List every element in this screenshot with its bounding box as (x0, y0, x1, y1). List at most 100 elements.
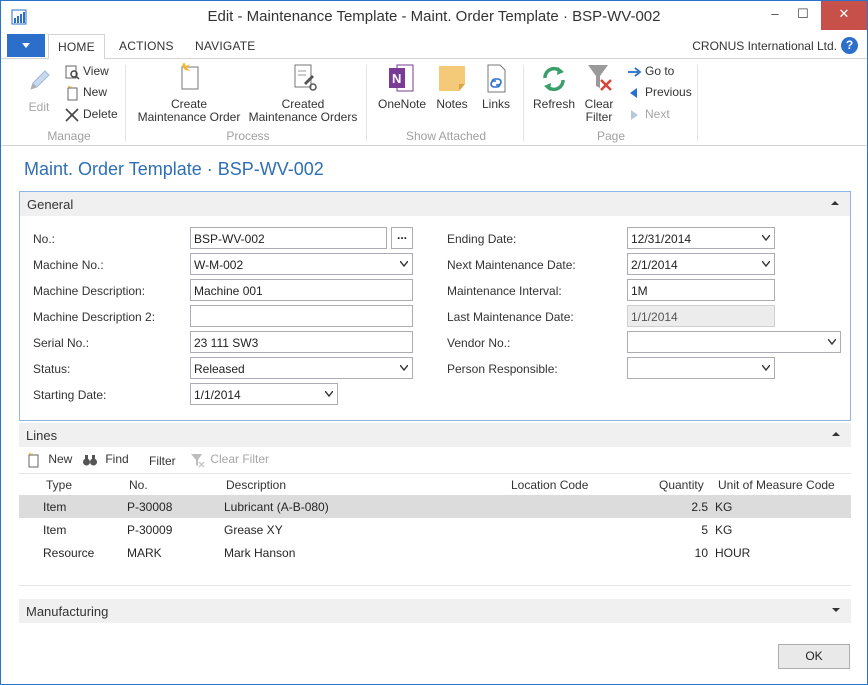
triangle-left-icon (630, 87, 637, 98)
ending-date-label: Ending Date: (447, 232, 517, 246)
binoculars-icon (83, 455, 97, 466)
ok-button[interactable]: OK (778, 644, 850, 669)
next-maintenance-date-value: 2/1/2014 (631, 258, 678, 272)
lines-find-button[interactable]: Find (82, 452, 129, 468)
cell-unit-of-measure[interactable]: KG (715, 500, 732, 514)
delete-button[interactable]: Delete (64, 105, 118, 123)
vendor-no-field[interactable] (627, 331, 841, 353)
column-header-description[interactable]: Description (226, 478, 286, 492)
lines-new-button[interactable]: New (25, 452, 72, 468)
table-row[interactable]: Item P-30009 Grease XY 5 KG (19, 518, 851, 541)
no-label: No.: (33, 232, 56, 246)
last-maintenance-date-field: 1/1/2014 (627, 305, 775, 327)
close-button[interactable]: ✕ (821, 1, 867, 30)
refresh-button[interactable]: Refresh (531, 62, 577, 111)
new-document-icon (28, 452, 39, 468)
previous-button[interactable]: Previous (626, 83, 692, 101)
chevron-down-icon[interactable] (762, 365, 770, 371)
lines-filter-button[interactable]: Filter (149, 454, 176, 468)
general-fasttab-header[interactable]: General (20, 192, 850, 216)
lines-header-label: Lines (26, 428, 58, 443)
clear-filter-button[interactable]: Clear Filter (579, 62, 619, 124)
no-assist-edit-button[interactable]: ... (391, 227, 413, 249)
chevron-up-icon[interactable] (831, 429, 841, 439)
maintenance-interval-field[interactable]: 1M (627, 279, 775, 301)
group-label-page: Page (596, 129, 626, 143)
column-header-quantity[interactable]: Quantity (659, 478, 704, 492)
chevron-up-icon[interactable] (830, 198, 840, 208)
chevron-down-icon[interactable] (325, 391, 333, 397)
no-field[interactable]: BSP-WV-002 (190, 227, 387, 249)
created-maintenance-orders-button[interactable]: Created Maintenance Orders (247, 61, 359, 124)
cell-no[interactable]: P-30009 (127, 523, 172, 537)
create-maintenance-order-button[interactable]: Create Maintenance Order (135, 61, 243, 124)
onenote-label: OneNote (377, 97, 427, 111)
serial-no-field[interactable]: 23 111 SW3 (190, 331, 413, 353)
application-menu-button[interactable] (7, 34, 45, 57)
lines-clear-filter-button[interactable]: Clear Filter (189, 452, 269, 468)
lines-toolbar: New Find Filter Clear Filter (19, 449, 851, 471)
chevron-down-icon[interactable] (762, 235, 770, 241)
cell-quantity[interactable]: 10 (639, 546, 708, 560)
lines-new-label: New (48, 452, 73, 467)
ending-date-field[interactable]: 12/31/2014 (627, 227, 775, 249)
cell-unit-of-measure[interactable]: HOUR (715, 546, 750, 560)
tab-home[interactable]: HOME (48, 34, 105, 60)
cell-description[interactable]: Grease XY (224, 523, 283, 537)
chevron-down-icon[interactable] (762, 261, 770, 267)
column-header-type[interactable]: Type (46, 478, 72, 492)
cell-no[interactable]: MARK (127, 546, 162, 560)
table-row[interactable]: Item P-30008 Lubricant (A-B-080) 2.5 KG (19, 495, 851, 518)
chevron-down-icon[interactable] (400, 365, 408, 371)
chevron-down-icon[interactable] (828, 339, 836, 345)
view-button[interactable]: View (64, 62, 109, 80)
column-header-no[interactable]: No. (129, 478, 148, 492)
cell-quantity[interactable]: 5 (639, 523, 708, 537)
cell-description[interactable]: Mark Hanson (224, 546, 295, 560)
minimize-button[interactable]: – (761, 1, 789, 30)
table-row[interactable]: Resource MARK Mark Hanson 10 HOUR (19, 541, 851, 564)
column-header-unit-of-measure-code[interactable]: Unit of Measure Code (718, 478, 835, 492)
notes-button[interactable]: Notes (433, 62, 471, 111)
manufacturing-fasttab-header[interactable]: Manufacturing (19, 599, 851, 623)
next-button[interactable]: Next (626, 105, 670, 123)
tab-navigate[interactable]: NAVIGATE (195, 39, 256, 53)
help-button[interactable]: ? (841, 37, 858, 54)
maximize-button[interactable]: ☐ (789, 1, 817, 30)
person-responsible-field[interactable] (627, 357, 775, 379)
starting-date-value: 1/1/2014 (194, 388, 241, 402)
edit-button[interactable]: Edit (21, 65, 57, 114)
cell-description[interactable]: Lubricant (A-B-080) (224, 500, 329, 514)
chevron-down-icon[interactable] (831, 605, 841, 615)
status-select[interactable]: Released (190, 357, 413, 379)
tab-actions[interactable]: ACTIONS (119, 39, 174, 53)
cell-unit-of-measure[interactable]: KG (715, 523, 732, 537)
cell-type[interactable]: Resource (43, 546, 94, 560)
onenote-button[interactable]: N OneNote (375, 62, 429, 111)
starting-date-field[interactable]: 1/1/2014 (190, 383, 338, 405)
lines-find-label: Find (105, 452, 129, 467)
arrow-right-icon (628, 67, 642, 77)
column-header-location-code[interactable]: Location Code (511, 478, 588, 492)
machine-no-field[interactable]: W-M-002 (190, 253, 413, 275)
lines-fasttab-header[interactable]: Lines (19, 423, 851, 447)
machine-no-label: Machine No.: (33, 258, 104, 272)
main-window: Edit - Maintenance Template - Maint. Ord… (0, 0, 868, 685)
cell-no[interactable]: P-30008 (127, 500, 172, 514)
next-maintenance-date-field[interactable]: 2/1/2014 (627, 253, 775, 275)
links-button[interactable]: Links (477, 62, 515, 111)
links-label: Links (481, 97, 510, 111)
status-label: Status: (33, 362, 71, 376)
machine-description-2-field[interactable] (190, 305, 413, 327)
go-to-button[interactable]: Go to (626, 62, 674, 80)
chevron-down-icon[interactable] (400, 261, 408, 267)
machine-description-field[interactable]: Machine 001 (190, 279, 413, 301)
new-document-icon (67, 84, 78, 101)
cell-quantity[interactable]: 2.5 (639, 500, 708, 514)
new-button[interactable]: New (64, 83, 107, 101)
cell-type[interactable]: Item (43, 523, 66, 537)
view-icon (65, 65, 80, 80)
notes-label: Notes (436, 97, 468, 111)
cell-type[interactable]: Item (43, 500, 66, 514)
refresh-label: Refresh (532, 97, 576, 111)
